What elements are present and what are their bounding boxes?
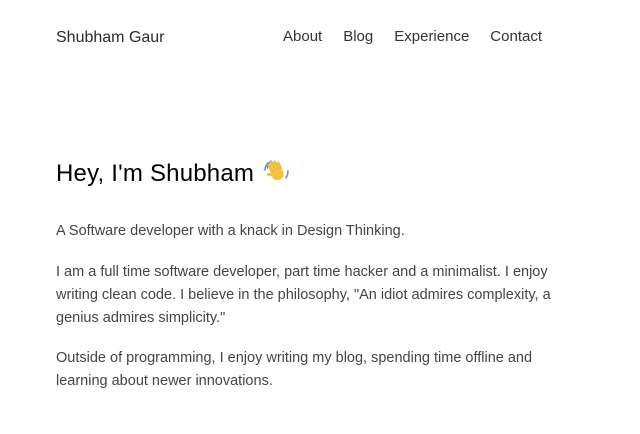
intro-bio: I am a full time software developer, par… bbox=[56, 264, 551, 326]
nav-link-blog[interactable]: Blog bbox=[343, 28, 373, 45]
site-brand-link[interactable]: Shubham Gaur bbox=[56, 29, 165, 47]
intro-outside: Outside of programming, I enjoy writing … bbox=[56, 350, 533, 389]
nav-link-about[interactable]: About bbox=[283, 28, 322, 45]
waving-hand-icon bbox=[262, 158, 290, 193]
site-header: Shubham Gaur About Blog Experience Conta… bbox=[56, 28, 542, 48]
main-nav: About Blog Experience Contact bbox=[283, 28, 542, 45]
hero-section: Hey, I'm Shubham bbox=[56, 158, 556, 193]
hero-title-text: Hey, I'm Shubham bbox=[56, 160, 255, 187]
nav-link-contact[interactable]: Contact bbox=[490, 28, 542, 45]
intro-tagline: A Software developer with a knack in Des… bbox=[56, 223, 405, 239]
hero-title: Hey, I'm Shubham bbox=[56, 158, 556, 193]
nav-link-experience[interactable]: Experience bbox=[394, 28, 469, 45]
